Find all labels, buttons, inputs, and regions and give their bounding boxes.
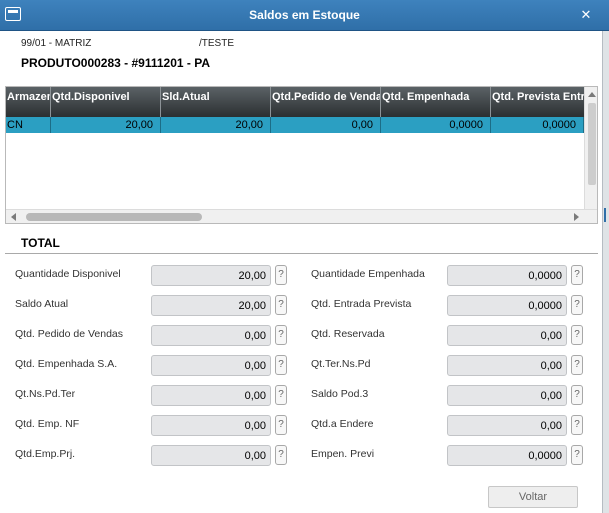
horizontal-scroll-thumb[interactable] <box>26 213 202 221</box>
column-header-qtd-empenhada[interactable]: Qtd. Empenhada <box>381 87 491 117</box>
close-icon[interactable]: ✕ <box>579 8 593 22</box>
label-qt-ter-ns-pd: Qt.Ter.Ns.Pd <box>311 358 371 370</box>
help-empen-previ-button[interactable]: ? <box>571 445 583 465</box>
cell-qtd-pedido-vendas: 0,00 <box>271 117 381 133</box>
cell-sld-atual: 20,00 <box>161 117 271 133</box>
field-qtd-reservada: 0,00 <box>447 325 567 346</box>
vertical-scroll-thumb[interactable] <box>588 103 596 185</box>
title-bar: Saldos em Estoque ✕ <box>0 0 609 31</box>
total-divider <box>5 253 598 254</box>
help-qtd-reservada-button[interactable]: ? <box>571 325 583 345</box>
label-qtd-entrada-prevista: Qtd. Entrada Prevista <box>311 298 412 310</box>
help-qtd-emp-nf-button[interactable]: ? <box>275 415 287 435</box>
cell-qtd-prevista-entrada: 0,0000 <box>491 117 584 133</box>
field-qtd-empenhada-sa: 0,00 <box>151 355 271 376</box>
field-qtd-pedido-vendas: 0,00 <box>151 325 271 346</box>
branch-label: 99/01 - MATRIZ <box>21 38 92 49</box>
column-header-qtd-pedido-vendas[interactable]: Qtd.Pedido de Vendas <box>271 87 381 117</box>
help-qtd-a-endere-button[interactable]: ? <box>571 415 583 435</box>
vertical-scrollbar[interactable] <box>584 87 597 209</box>
label-qtd-emp-prj: Qtd.Emp.Prj. <box>15 448 76 460</box>
scroll-left-icon[interactable] <box>11 213 16 221</box>
field-qtd-entrada-prevista: 0,0000 <box>447 295 567 316</box>
column-header-sld-atual[interactable]: Sld.Atual <box>161 87 271 117</box>
help-saldo-atual-button[interactable]: ? <box>275 295 287 315</box>
label-qtd-reservada: Qtd. Reservada <box>311 328 385 340</box>
total-section-title: TOTAL <box>21 236 60 250</box>
field-empen-previ: 0,0000 <box>447 445 567 466</box>
label-qtd-empenhada-sa: Qtd. Empenhada S.A. <box>15 358 118 370</box>
window-title: Saldos em Estoque <box>249 8 360 22</box>
help-qtd-empenhada-sa-button[interactable]: ? <box>275 355 287 375</box>
stock-grid[interactable]: Armazem Qtd.Disponivel Sld.Atual Qtd.Ped… <box>5 86 598 224</box>
label-empen-previ: Empen. Previ <box>311 448 375 460</box>
label-saldo-atual: Saldo Atual <box>15 298 69 310</box>
field-qt-ter-ns-pd: 0,00 <box>447 355 567 376</box>
label-qtd-a-endere: Qtd.a Endere <box>311 418 374 430</box>
help-quantidade-disponivel-button[interactable]: ? <box>275 265 287 285</box>
user-label: /TESTE <box>199 38 235 49</box>
help-qtd-emp-prj-button[interactable]: ? <box>275 445 287 465</box>
field-quantidade-disponivel: 20,00 <box>151 265 271 286</box>
help-saldo-pod3-button[interactable]: ? <box>571 385 583 405</box>
edge-marker <box>604 208 606 222</box>
help-qtd-pedido-vendas-button[interactable]: ? <box>275 325 287 345</box>
window-edge <box>602 31 609 513</box>
field-qtd-emp-prj: 0,00 <box>151 445 271 466</box>
help-qt-ns-pd-ter-button[interactable]: ? <box>275 385 287 405</box>
field-saldo-atual: 20,00 <box>151 295 271 316</box>
product-title: PRODUTO000283 - #9111201 - PA <box>21 56 210 70</box>
field-quantidade-empenhada: 0,0000 <box>447 265 567 286</box>
field-qt-ns-pd-ter: 0,00 <box>151 385 271 406</box>
label-quantidade-empenhada: Quantidade Empenhada <box>311 268 425 280</box>
cell-armazem: CN <box>6 117 51 133</box>
cell-qtd-empenhada: 0,0000 <box>381 117 491 133</box>
scroll-right-icon[interactable] <box>574 213 579 221</box>
scroll-up-icon[interactable] <box>588 92 596 97</box>
label-saldo-pod3: Saldo Pod.3 <box>311 388 369 400</box>
column-header-armazem[interactable]: Armazem <box>6 87 51 117</box>
label-qtd-emp-nf: Qtd. Emp. NF <box>15 418 80 430</box>
grid-header: Armazem Qtd.Disponivel Sld.Atual Qtd.Ped… <box>6 87 597 117</box>
voltar-button[interactable]: Voltar <box>488 486 578 508</box>
horizontal-scrollbar[interactable] <box>6 209 597 223</box>
help-qt-ter-ns-pd-button[interactable]: ? <box>571 355 583 375</box>
help-qtd-entrada-prevista-button[interactable]: ? <box>571 295 583 315</box>
field-saldo-pod3: 0,00 <box>447 385 567 406</box>
label-qtd-pedido-vendas: Qtd. Pedido de Vendas <box>15 328 123 340</box>
help-quantidade-empenhada-button[interactable]: ? <box>571 265 583 285</box>
field-qtd-emp-nf: 0,00 <box>151 415 271 436</box>
label-quantidade-disponivel: Quantidade Disponivel <box>15 268 121 280</box>
column-header-qtd-disponivel[interactable]: Qtd.Disponivel <box>51 87 161 117</box>
table-row[interactable]: CN 20,00 20,00 0,00 0,0000 0,0000 <box>6 117 584 133</box>
field-qtd-a-endere: 0,00 <box>447 415 567 436</box>
cell-qtd-disponivel: 20,00 <box>51 117 161 133</box>
column-header-qtd-prevista-entrada[interactable]: Qtd. Prevista Entrada <box>491 87 597 117</box>
label-qt-ns-pd-ter: Qt.Ns.Pd.Ter <box>15 388 76 400</box>
